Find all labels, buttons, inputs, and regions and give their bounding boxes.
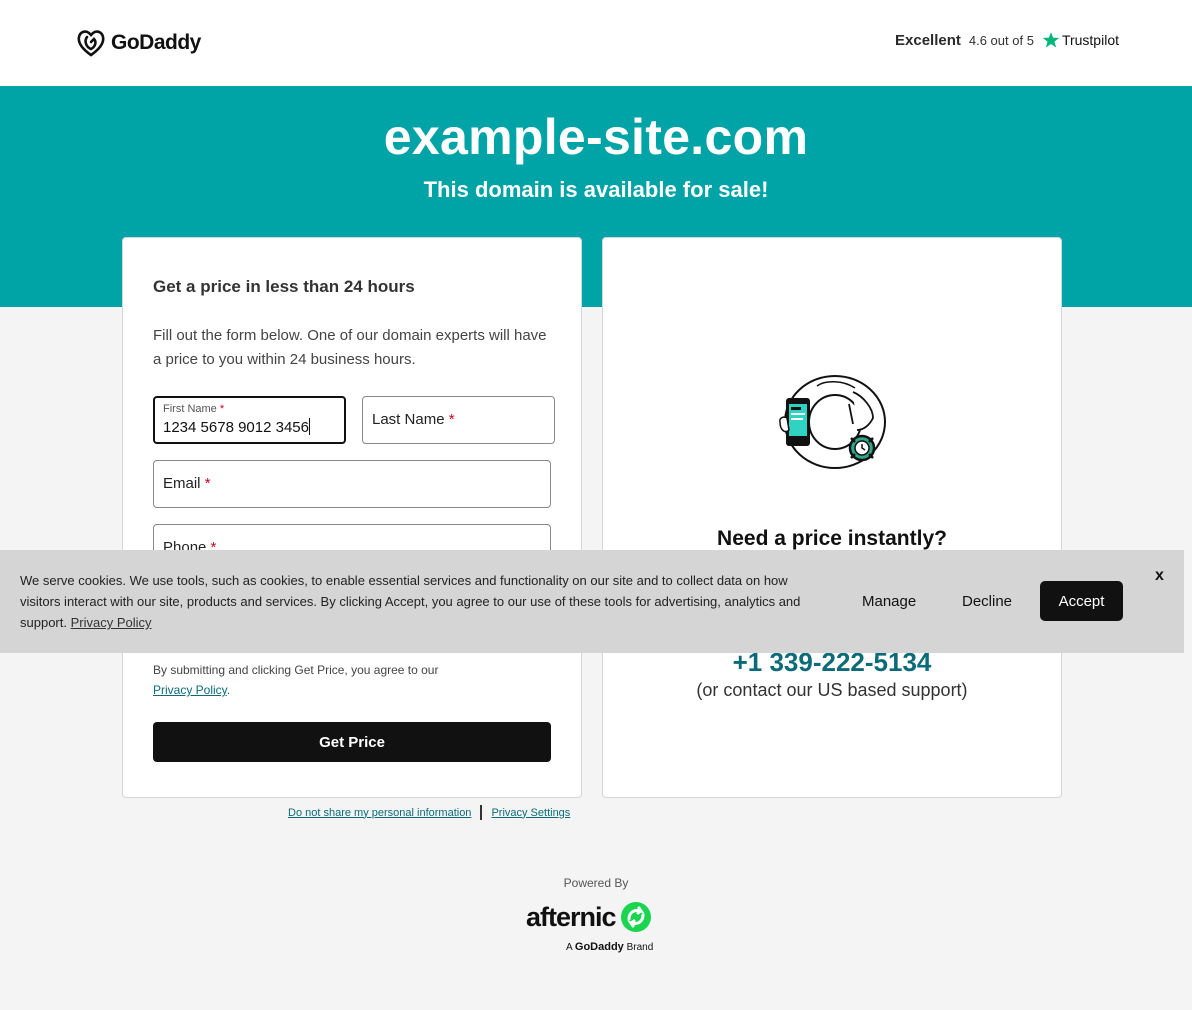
domain-title: example-site.com [383, 109, 809, 165]
godaddy-logo[interactable]: GoDaddy [76, 28, 201, 58]
godaddy-brand-tag: A GoDaddy Brand [566, 941, 654, 953]
first-name-field[interactable]: First Name * 1234 5678 9012 3456 [153, 396, 346, 444]
trust-score: 4.6 out of 5 [968, 32, 1034, 48]
cookie-banner: We serve cookies. We use tools, such as … [0, 550, 1184, 653]
manage-cookies-button[interactable]: Manage [862, 593, 916, 610]
form-description: Fill out the form below. One of our doma… [153, 327, 547, 368]
logo-text: GoDaddy [111, 31, 201, 54]
price-form-card: Get a price in less than 24 hours Fill o… [122, 237, 582, 798]
star-icon [1042, 32, 1060, 48]
privacy-settings-link[interactable]: Privacy Settings [491, 807, 570, 819]
text-caret [308, 418, 310, 435]
email-label: Email * [163, 475, 211, 492]
get-price-button[interactable]: Get Price [153, 722, 551, 762]
trustpilot-brand: Trustpilot [1042, 31, 1119, 49]
phone-clock-illustration-icon [779, 375, 886, 469]
afternic-logo[interactable]: afternic [526, 901, 652, 933]
site-header: GoDaddy Excellent 4.6 out of 5 Trustpilo… [0, 0, 1192, 86]
trustpilot-rating[interactable]: Excellent 4.6 out of 5 Trustpilot [895, 31, 1119, 49]
last-name-field[interactable]: Last Name * [362, 396, 555, 444]
godaddy-heart-icon [77, 30, 105, 57]
decline-cookies-button[interactable]: Decline [962, 593, 1012, 610]
trust-label: Excellent [895, 31, 961, 49]
privacy-policy-link[interactable]: Privacy Policy [153, 683, 227, 697]
link-divider [480, 805, 483, 820]
afternic-wordmark: afternic [526, 901, 617, 932]
form-title: Get a price in less than 24 hours [153, 277, 415, 296]
first-name-label: First Name * [163, 403, 225, 415]
trust-brand-name: Trustpilot [1061, 32, 1119, 48]
agreement-text: By submitting and clicking Get Price, yo… [153, 663, 439, 697]
email-field[interactable]: Email * [153, 460, 551, 508]
cookie-text: We serve cookies. We use tools, such as … [20, 573, 801, 630]
contact-note: (or contact our US based support) [696, 680, 968, 700]
afternic-arrows-icon [620, 902, 651, 932]
last-name-label: Last Name * [372, 411, 455, 428]
first-name-value: 1234 5678 9012 3456 [163, 418, 310, 436]
domain-subtitle: This domain is available for sale! [423, 177, 769, 202]
powered-by-label: Powered By [563, 876, 629, 890]
accept-cookies-button[interactable]: Accept [1040, 581, 1123, 621]
do-not-share-link[interactable]: Do not share my personal information [288, 807, 471, 819]
footer-links: Do not share my personal information Pri… [288, 805, 570, 820]
instant-price-card: Need a price instantly? +1 339-222-5134 … [602, 237, 1062, 798]
close-icon[interactable]: x [1155, 567, 1164, 585]
instant-price-title: Need a price instantly? [717, 527, 947, 550]
cookie-privacy-policy-link[interactable]: Privacy Policy [71, 615, 152, 630]
